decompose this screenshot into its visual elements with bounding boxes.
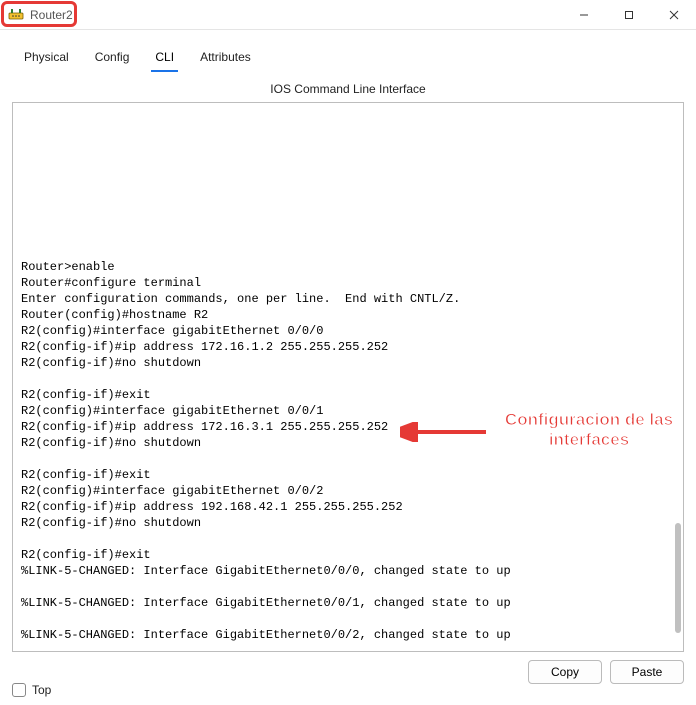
- scrollbar-thumb[interactable]: [675, 523, 681, 633]
- tab-config[interactable]: Config: [91, 46, 134, 72]
- maximize-icon: [624, 10, 634, 20]
- minimize-icon: [579, 10, 589, 20]
- close-icon: [669, 10, 679, 20]
- cli-terminal[interactable]: Router>enable Router#configure terminal …: [21, 259, 671, 643]
- router-app-icon: [8, 7, 24, 23]
- paste-button[interactable]: Paste: [610, 660, 684, 684]
- button-row: Copy Paste: [12, 660, 684, 684]
- titlebar: Router2: [0, 0, 696, 30]
- terminal-container: Router>enable Router#configure terminal …: [12, 102, 684, 652]
- footer: Top: [12, 683, 51, 697]
- copy-button[interactable]: Copy: [528, 660, 602, 684]
- minimize-button[interactable]: [561, 0, 606, 29]
- window-controls: [561, 0, 696, 29]
- content-area: Physical Config CLI Attributes IOS Comma…: [0, 30, 696, 692]
- maximize-button[interactable]: [606, 0, 651, 29]
- panel-title: IOS Command Line Interface: [12, 82, 684, 96]
- tab-physical[interactable]: Physical: [20, 46, 73, 72]
- tab-bar: Physical Config CLI Attributes: [12, 42, 684, 72]
- top-checkbox[interactable]: [12, 683, 26, 697]
- top-label: Top: [32, 683, 51, 697]
- tab-attributes[interactable]: Attributes: [196, 46, 255, 72]
- tab-cli[interactable]: CLI: [151, 46, 178, 72]
- close-button[interactable]: [651, 0, 696, 29]
- window-title: Router2: [30, 8, 73, 22]
